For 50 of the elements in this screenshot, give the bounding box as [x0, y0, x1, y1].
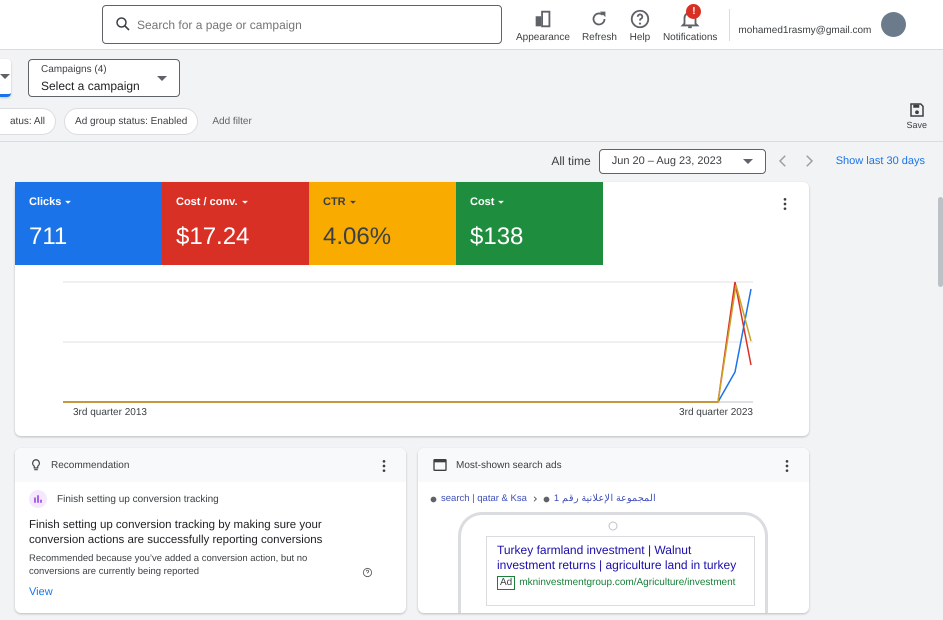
breadcrumb-link[interactable]: المجموعة الإعلانية رقم 1 — [554, 492, 656, 506]
camera-icon — [608, 521, 618, 532]
show-last-30-days-link[interactable]: Show last 30 days — [836, 152, 925, 170]
lightbulb-icon — [29, 458, 43, 472]
toolbar-button[interactable]: Notifications ! — [656, 4, 724, 45]
metric-tile[interactable]: Clicks 711 — [15, 182, 162, 265]
save-icon — [908, 101, 926, 120]
status-dot-icon — [430, 496, 437, 503]
ad-label: Ad — [497, 576, 516, 590]
view-link[interactable]: View — [29, 584, 53, 601]
help-icon — [362, 567, 373, 578]
account-email: mohamed1rasmy@gmail.com — [738, 24, 872, 38]
selector-label: Campaigns (4) — [41, 62, 108, 76]
date-range-picker[interactable]: Jun 20 – Aug 23, 2023 — [598, 148, 766, 174]
recommendation-item: Finish setting up conversion tracking — [57, 492, 219, 506]
status-dot-icon — [542, 496, 550, 503]
selector-value: Select a campaign — [41, 78, 140, 94]
metric-tile[interactable]: Cost / conv. $17.24 — [162, 182, 309, 265]
caret-icon — [0, 74, 10, 79]
caret-icon — [742, 158, 753, 164]
breadcrumb-link[interactable]: search | qatar & Ksa — [441, 492, 527, 506]
add-filter-button[interactable]: Add filter — [206, 112, 258, 130]
ad-headline[interactable]: Turkey farmland investment | Walnut investment returns | agriculture land in turkey — [497, 543, 744, 574]
axis-label: 3rd quarter 2023 — [679, 406, 753, 420]
filter-chip[interactable]: Ad group status: Enabled — [64, 108, 198, 134]
axis-label: 3rd quarter 2013 — [73, 406, 147, 420]
recommendation-text: Finish setting up conversion tracking by making sure your conversion actions are successfully reporting conversions — [29, 518, 324, 548]
metric-tile[interactable]: CTR 4.06% — [309, 182, 456, 265]
search-icon — [114, 15, 132, 33]
range-label: All time — [551, 153, 591, 170]
card-title: Recommendation — [51, 458, 130, 472]
campaign-selector[interactable]: Campaigns (4) Select a campaign — [28, 59, 180, 97]
avatar-icon[interactable] — [881, 12, 906, 37]
caret-icon — [157, 76, 167, 80]
toolbar-button[interactable]: Appearance — [510, 4, 576, 45]
scrollbar-thumb[interactable] — [938, 197, 943, 287]
card-title: Most-shown search ads — [456, 458, 562, 472]
dropdown[interactable] — [0, 59, 11, 97]
search-field[interactable]: Search for a page or campaign — [102, 5, 502, 44]
toolbar-button[interactable]: Refresh — [576, 4, 623, 45]
ad-url: mkninvestmentgroup.com/Agriculture/investment — [519, 576, 736, 590]
save-button[interactable]: Save — [900, 100, 933, 134]
metric-tile[interactable]: Cost $138 — [456, 182, 603, 265]
bar-chart-icon — [29, 490, 47, 508]
notification-badge: ! — [686, 4, 702, 19]
help-icon — [628, 8, 651, 30]
browser-window-icon — [432, 457, 448, 473]
recommendation-note: Recommended because you’ve added a conversion action, but no conversions are currently being reported — [29, 552, 308, 578]
filter-chip[interactable]: atus: All — [0, 108, 56, 134]
toolbar-button[interactable]: Help — [622, 4, 657, 45]
